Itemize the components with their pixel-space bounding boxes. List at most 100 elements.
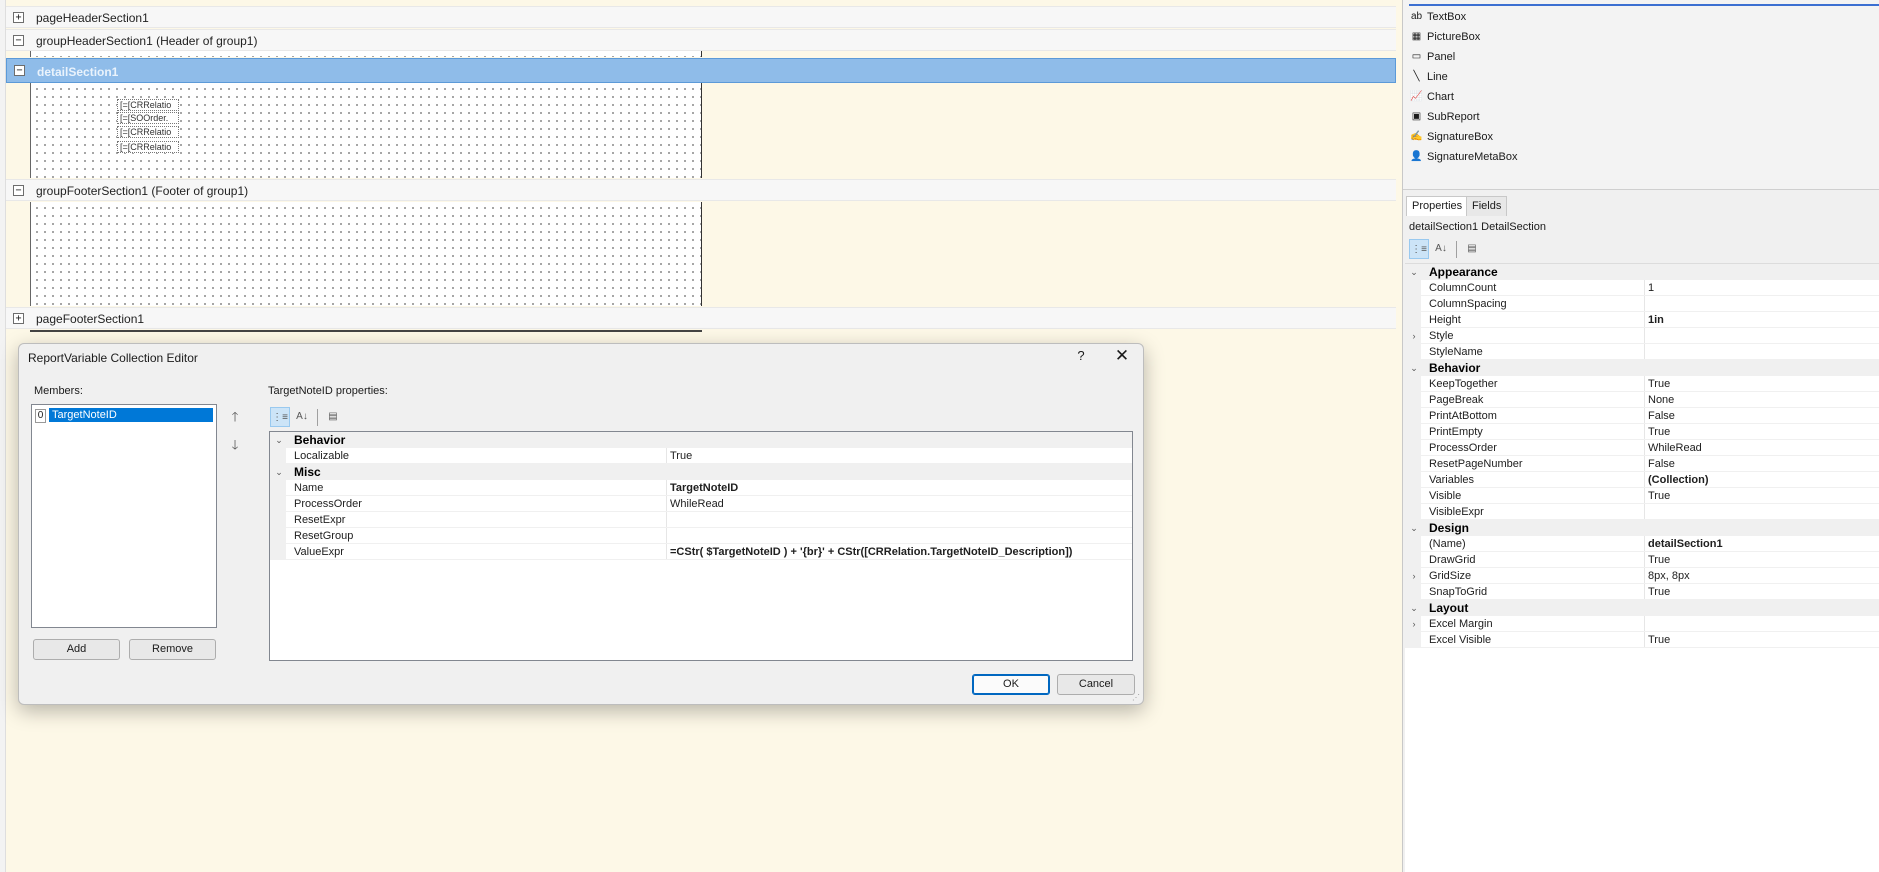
property-row[interactable]: PrintEmpty True [1405,424,1879,440]
column-divider[interactable] [1644,424,1645,440]
property-row[interactable]: › Excel Margin [1405,616,1879,632]
property-value[interactable]: WhileRead [1648,440,1702,456]
property-value[interactable]: TargetNoteID [670,480,738,496]
property-pages-icon[interactable]: ▤ [323,407,343,427]
column-divider[interactable] [666,512,667,528]
collapse-chevron-icon[interactable]: ⌄ [1409,360,1419,376]
property-row[interactable]: ProcessOrder WhileRead [1405,440,1879,456]
property-row[interactable]: › GridSize 8px, 8px [1405,568,1879,584]
band-page-header[interactable]: + pageHeaderSection1 [6,6,1396,28]
column-divider[interactable] [1644,552,1645,568]
collapse-chevron-icon[interactable]: ⌄ [274,432,284,448]
column-divider[interactable] [1644,584,1645,600]
detail-canvas[interactable]: [=[CRRelatio [=[SOOrder. [=[CRRelatio [=… [30,83,702,178]
toolbox-item-subreport[interactable]: ▣ SubReport [1409,108,1480,126]
toolbox-item-line[interactable]: ╲ Line [1409,68,1447,86]
property-row[interactable]: ColumnSpacing [1405,296,1879,312]
property-row[interactable]: KeepTogether True [1405,376,1879,392]
property-value[interactable]: True [1648,376,1670,392]
toolbox-item-signaturemetabox[interactable]: 👤 SignatureMetaBox [1409,148,1517,166]
report-field[interactable]: [=[CRRelatio [117,141,179,153]
property-row[interactable]: Height 1in [1405,312,1879,328]
band-detail[interactable]: − detailSection1 [6,58,1396,83]
property-row[interactable]: (Name) detailSection1 [1405,536,1879,552]
toolbox-item-panel[interactable]: ▭ Panel [1409,48,1455,66]
column-divider[interactable] [1644,328,1645,344]
property-category[interactable]: ⌄ Behavior [270,432,1132,448]
band-group-header[interactable]: − groupHeaderSection1 (Header of group1) [6,29,1396,51]
toolbox-item-picturebox[interactable]: ▦ PictureBox [1409,28,1480,46]
property-row[interactable]: Variables (Collection) [1405,472,1879,488]
toolbox-item-signaturebox[interactable]: ✍ SignatureBox [1409,128,1493,146]
property-value[interactable]: detailSection1 [1648,536,1723,552]
report-field[interactable]: [=[SOOrder. [117,112,179,124]
property-row[interactable]: PageBreak None [1405,392,1879,408]
property-grid[interactable]: ⌄ Behavior Localizable True ⌄ Misc Name TargetN… [269,431,1133,661]
close-icon[interactable]: ✕ [1111,346,1133,366]
property-value[interactable]: False [1648,408,1675,424]
property-row[interactable]: Name TargetNoteID [270,480,1132,496]
property-row[interactable]: ProcessOrder WhileRead [270,496,1132,512]
property-category[interactable]: ⌄ Appearance [1405,264,1879,280]
property-row[interactable]: ValueExpr =CStr( $TargetNoteID ) + '{br}'… [270,544,1132,560]
column-divider[interactable] [1644,408,1645,424]
property-row[interactable]: Localizable True [270,448,1132,464]
report-field[interactable]: [=[CRRelatio [117,126,179,138]
sort-alphabetical-icon[interactable]: A↓ [292,407,312,427]
property-grid[interactable]: ⌄ Appearance ColumnCount 1 ColumnSpacing Heig… [1405,263,1879,872]
column-divider[interactable] [1644,392,1645,408]
move-up-icon[interactable]: 🡑 [225,407,245,427]
column-divider[interactable] [1644,632,1645,648]
sort-alphabetical-icon[interactable]: A↓ [1431,239,1451,259]
property-row[interactable]: ColumnCount 1 [1405,280,1879,296]
property-value[interactable]: (Collection) [1648,472,1709,488]
column-divider[interactable] [666,544,667,560]
add-button[interactable]: Add [33,639,120,660]
property-pages-icon[interactable]: ▤ [1462,239,1482,259]
column-divider[interactable] [1644,456,1645,472]
collapse-toggle-icon[interactable]: − [13,185,24,196]
collapse-toggle-icon[interactable]: − [14,65,25,76]
column-divider[interactable] [1644,504,1645,520]
remove-button[interactable]: Remove [129,639,216,660]
property-row[interactable]: ResetExpr [270,512,1132,528]
band-group-footer[interactable]: − groupFooterSection1 (Footer of group1) [6,179,1396,201]
expand-toggle-icon[interactable]: + [13,313,24,324]
band-page-footer[interactable]: + pageFooterSection1 [6,307,1396,329]
column-divider[interactable] [666,528,667,544]
property-category[interactable]: ⌄ Misc [270,464,1132,480]
categorized-icon[interactable]: ⋮≡ [270,407,290,427]
property-row[interactable]: VisibleExpr [1405,504,1879,520]
column-divider[interactable] [1644,472,1645,488]
column-divider[interactable] [1644,312,1645,328]
collapse-chevron-icon[interactable]: ⌄ [1409,520,1419,536]
toolbox-item-textbox[interactable]: ab TextBox [1409,8,1466,26]
expand-toggle-icon[interactable]: + [13,12,24,23]
property-category[interactable]: ⌄ Behavior [1405,360,1879,376]
toolbox-item-chart[interactable]: 📈 Chart [1409,88,1454,106]
collapse-toggle-icon[interactable]: − [13,35,24,46]
property-row[interactable]: ResetPageNumber False [1405,456,1879,472]
list-item[interactable]: 0 TargetNoteID [35,408,213,423]
column-divider[interactable] [1644,376,1645,392]
resize-grip-icon[interactable]: ⋰ [1132,693,1140,702]
expand-chevron-icon[interactable]: › [1409,568,1419,584]
tab-properties[interactable]: Properties [1406,196,1469,216]
property-value[interactable]: WhileRead [670,496,724,512]
property-row[interactable]: SnapToGrid True [1405,584,1879,600]
collection-editor-dialog[interactable]: ReportVariable Collection Editor ? ✕ Mem… [18,343,1144,705]
property-value[interactable]: 8px, 8px [1648,568,1690,584]
property-value[interactable]: None [1648,392,1674,408]
group-footer-canvas[interactable] [30,202,702,306]
property-value[interactable]: 1 [1648,280,1654,296]
report-field[interactable]: [=[CRRelatio [117,99,179,111]
property-category[interactable]: ⌄ Layout [1405,600,1879,616]
property-row[interactable]: Excel Visible True [1405,632,1879,648]
collapse-chevron-icon[interactable]: ⌄ [1409,264,1419,280]
column-divider[interactable] [1644,296,1645,312]
group-header-canvas[interactable] [30,51,702,57]
column-divider[interactable] [1644,616,1645,632]
collapse-chevron-icon[interactable]: ⌄ [1409,600,1419,616]
column-divider[interactable] [666,496,667,512]
expand-chevron-icon[interactable]: › [1409,328,1419,344]
